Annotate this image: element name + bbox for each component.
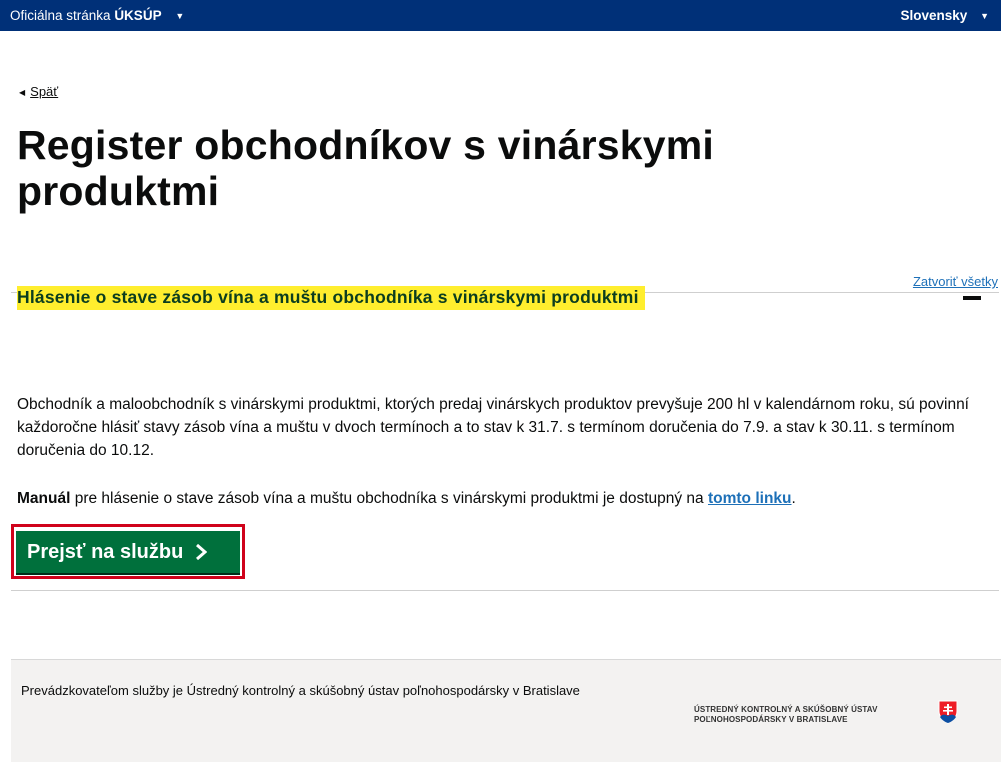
logo-line-1: ÚSTREDNÝ KONTROLNÝ A SKÚŠOBNÝ ÚSTAV xyxy=(694,705,878,714)
language-label: Slovensky xyxy=(900,8,968,23)
page-title: Register obchodníkov s vinárskymi produk… xyxy=(17,122,714,214)
manual-link[interactable]: tomto linku xyxy=(708,490,792,507)
manual-text: pre hlásenie o stave zásob vína a muštu … xyxy=(70,490,708,507)
footer-institution-logo-text: ÚSTREDNÝ KONTROLNÝ A SKÚŠOBNÝ ÚSTAV POĽN… xyxy=(694,705,878,724)
section-description: Obchodník a maloobchodník s vinárskymi p… xyxy=(17,396,969,459)
close-all-link[interactable]: Zatvoriť všetky xyxy=(913,274,998,289)
official-site-brand: ÚKSÚP xyxy=(114,8,162,23)
manual-paragraph: Manuál pre hlásenie o stave zásob vína a… xyxy=(17,487,997,510)
official-site-label: Oficiálna stránka xyxy=(10,8,111,23)
top-bar: Oficiálna stránka ÚKSÚP ▼ Slovensky ▼ xyxy=(0,0,1001,31)
footer: Prevádzkovateľom služby je Ústredný kont… xyxy=(11,659,1001,762)
manual-bold-label: Manuál xyxy=(17,490,71,507)
language-selector[interactable]: Slovensky ▼ xyxy=(901,0,989,31)
back-link-label: Späť xyxy=(30,84,59,99)
go-to-service-button[interactable]: Prejsť na službu xyxy=(16,531,240,573)
official-site-toggle[interactable]: Oficiálna stránka ÚKSÚP ▼ xyxy=(10,0,184,31)
logo-line-2: POĽNOHOSPODÁRSKY V BRATISLAVE xyxy=(694,714,848,724)
caret-down-icon: ▼ xyxy=(175,10,185,21)
back-link[interactable]: ◀ Späť xyxy=(19,84,58,99)
slovak-coat-of-arms-icon xyxy=(938,700,958,729)
accordion-section-title[interactable]: Hlásenie o stave zásob vína a muštu obch… xyxy=(17,286,645,310)
accordion-bottom-divider xyxy=(11,590,999,591)
caret-down-icon: ▼ xyxy=(980,10,989,21)
minus-icon[interactable] xyxy=(963,296,981,300)
footer-operator-text: Prevádzkovateľom služby je Ústredný kont… xyxy=(21,683,580,698)
back-triangle-icon: ◀ xyxy=(19,88,26,97)
go-to-service-label: Prejsť na službu xyxy=(27,540,184,563)
chevron-right-icon xyxy=(195,544,208,560)
manual-end: . xyxy=(791,490,796,507)
accordion-section-header[interactable]: Hlásenie o stave zásob vína a muštu obch… xyxy=(17,286,645,310)
